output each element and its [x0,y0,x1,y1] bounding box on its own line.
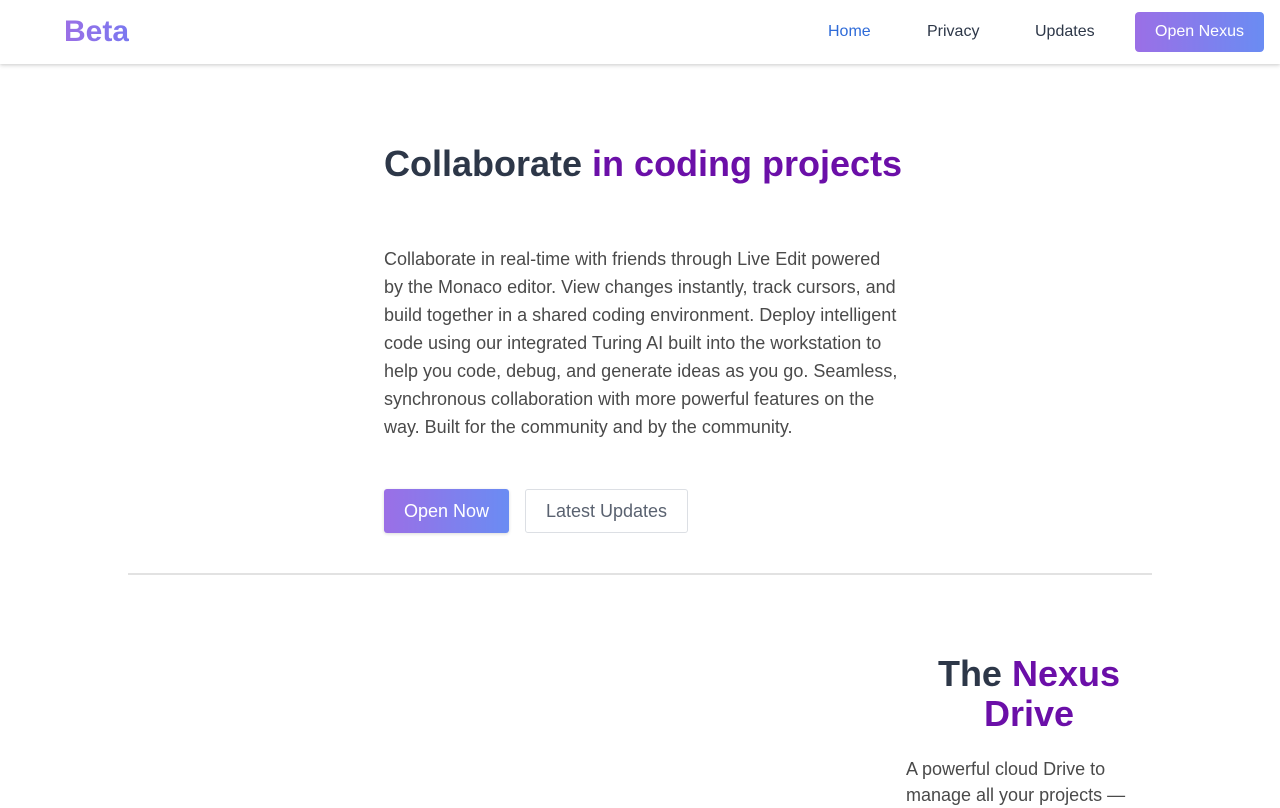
nav-link-updates[interactable]: Updates [1035,21,1095,43]
drive-description: A powerful cloud Drive to manage all you… [906,759,1126,805]
nav-link-home[interactable]: Home [828,21,871,43]
open-nexus-button[interactable]: Open Nexus [1135,12,1264,52]
hero-description: Collaborate in real-time with friends th… [384,249,898,437]
nav-link-privacy[interactable]: Privacy [927,21,979,43]
drive-title: The Nexus Drive [906,654,1152,734]
open-now-button[interactable]: Open Now [384,489,509,533]
brand-logo[interactable]: Beta [64,13,129,51]
hero-title: Collaborate in coding projects [384,144,904,184]
hero-title-plain: Collaborate [384,143,593,184]
hero-title-accent: in coding projects [592,143,903,184]
navbar: Beta Home Privacy Updates Open Nexus [0,0,1280,64]
section-divider [128,573,1152,575]
latest-updates-button[interactable]: Latest Updates [525,489,688,533]
drive-title-plain: The [937,653,1012,694]
